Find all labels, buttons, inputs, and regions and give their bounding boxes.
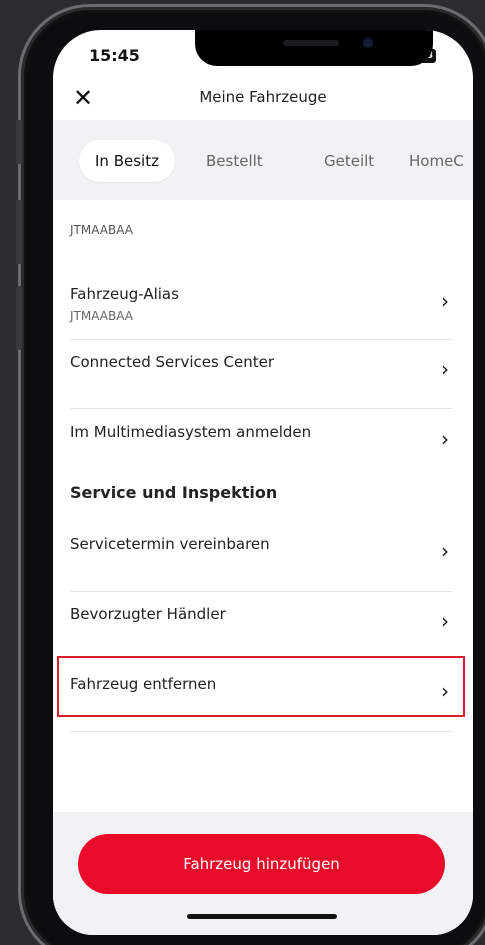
row-label: Servicetermin vereinbaren xyxy=(70,535,270,553)
row-label: Fahrzeug entfernen xyxy=(70,675,217,693)
row-fahrzeug-alias[interactable]: Fahrzeug-Alias JTMAABAA › xyxy=(53,285,473,345)
tab-in-besitz[interactable]: In Besitz xyxy=(79,140,175,182)
volume-down-button xyxy=(16,286,22,350)
notch xyxy=(195,30,433,66)
header: ✕ Meine Fahrzeuge xyxy=(53,78,473,118)
row-sublabel: JTMAABAA xyxy=(70,309,133,323)
row-label: Im Multimediasystem anmelden xyxy=(70,423,312,441)
row-label: Fahrzeug-Alias xyxy=(70,285,179,303)
chevron-right-icon: › xyxy=(441,609,449,633)
tab-bestellt[interactable]: Bestellt xyxy=(190,140,279,182)
speaker xyxy=(283,40,339,46)
vehicle-vin: JTMAABAA xyxy=(70,223,133,237)
row-remove-vehicle[interactable]: Fahrzeug entfernen › xyxy=(53,675,473,735)
tab-geteilt[interactable]: Geteilt xyxy=(308,140,390,182)
chevron-right-icon: › xyxy=(441,679,449,703)
chevron-right-icon: › xyxy=(441,539,449,563)
chevron-right-icon: › xyxy=(441,357,449,381)
row-connected-services[interactable]: Connected Services Center › xyxy=(53,353,473,413)
chevron-right-icon: › xyxy=(441,289,449,313)
add-vehicle-button[interactable]: Fahrzeug hinzufügen xyxy=(78,834,445,894)
divider xyxy=(70,408,453,409)
divider xyxy=(70,591,453,592)
tab-homec[interactable]: HomeC xyxy=(393,140,473,182)
page-title: Meine Fahrzeuge xyxy=(199,88,327,106)
row-service-appointment[interactable]: Servicetermin vereinbaren › xyxy=(53,535,473,595)
divider xyxy=(70,731,453,732)
status-time: 15:45 xyxy=(89,46,140,65)
tab-bar: In Besitz Bestellt Geteilt HomeC xyxy=(53,120,473,200)
app-screen: 15:45 58 ✕ Meine Fahrzeuge In Besitz Bes… xyxy=(53,30,473,935)
mute-switch xyxy=(16,120,22,164)
home-indicator[interactable] xyxy=(187,914,337,919)
chevron-right-icon: › xyxy=(441,427,449,451)
row-multimedia-login[interactable]: Im Multimediasystem anmelden › xyxy=(53,423,473,483)
volume-up-button xyxy=(16,200,22,264)
divider xyxy=(70,339,453,340)
front-camera xyxy=(363,38,373,48)
row-label: Bevorzugter Händler xyxy=(70,605,226,623)
section-title-service: Service und Inspektion xyxy=(70,483,278,502)
row-label: Connected Services Center xyxy=(70,353,275,371)
